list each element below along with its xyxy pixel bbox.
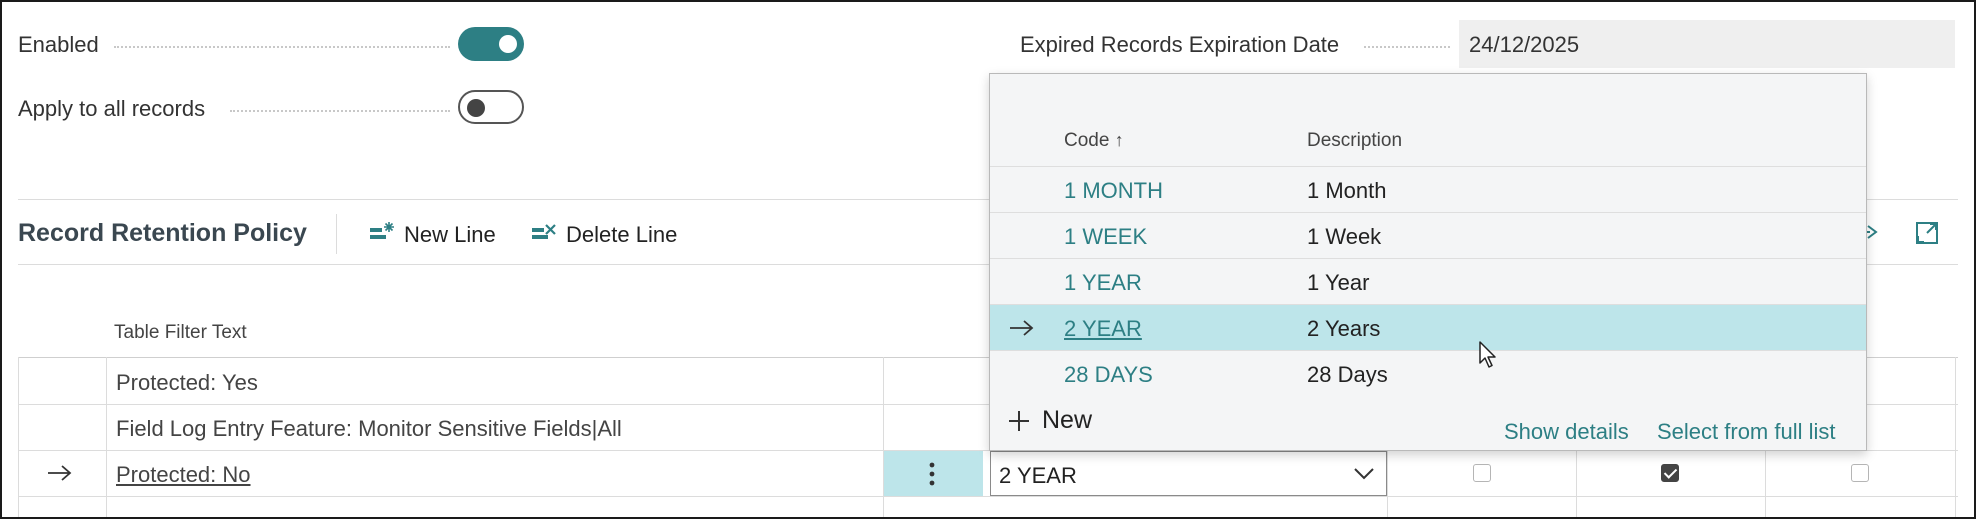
lookup-description: 1 Year — [1307, 270, 1370, 295]
row-checkbox-1[interactable] — [1473, 464, 1491, 482]
lookup-header-code-label: Code — [1064, 130, 1110, 151]
lookup-new-button[interactable]: New — [1008, 404, 1118, 438]
expiration-date-value: 24/12/2025 — [1469, 32, 1580, 57]
row-pointer-arrow-icon — [1010, 320, 1034, 336]
row-pointer-arrow-icon — [48, 465, 72, 481]
section-title: Record Retention Policy — [18, 219, 307, 247]
lookup-row[interactable]: 1 WEEK 1 Week — [990, 212, 1866, 258]
lookup-new-label: New — [1042, 406, 1093, 434]
enabled-dots — [114, 46, 450, 48]
filter-cell-link[interactable]: Protected: No — [116, 462, 251, 488]
table-row[interactable]: Protected: No — [107, 451, 883, 496]
period-select[interactable]: 2 YEAR — [990, 451, 1387, 496]
lookup-row-selected[interactable]: 2 YEAR 2 Years — [990, 304, 1866, 350]
lookup-row[interactable]: 1 MONTH 1 Month — [990, 166, 1866, 212]
col-line-6 — [1955, 357, 1956, 517]
enabled-toggle[interactable] — [458, 27, 524, 61]
delete-line-button[interactable]: Delete Line — [530, 216, 690, 252]
plus-icon — [1009, 411, 1029, 431]
col-line-0 — [18, 357, 19, 517]
show-details-link[interactable]: Show details — [1504, 419, 1629, 445]
new-line-label: New Line — [404, 222, 496, 247]
lookup-code[interactable]: 1 YEAR — [1064, 270, 1142, 296]
lookup-description: 1 Week — [1307, 224, 1382, 249]
expiration-date-field[interactable]: 24/12/2025 — [1459, 20, 1955, 68]
lookup-description: 2 Years — [1307, 316, 1381, 341]
delete-line-icon — [532, 224, 556, 239]
lookup-row[interactable]: 1 YEAR 1 Year — [990, 258, 1866, 304]
toolbar-divider — [336, 214, 337, 254]
sort-ascending-icon: ↑ — [1114, 130, 1124, 150]
lookup-code[interactable]: 28 DAYS — [1064, 362, 1153, 388]
row-line-3 — [18, 496, 1958, 497]
filter-cell: Field Log Entry Feature: Monitor Sensiti… — [116, 416, 622, 441]
new-line-icon — [370, 222, 394, 239]
select-full-list-link[interactable]: Select from full list — [1657, 419, 1836, 445]
lookup-dropdown: Code ↑ Description 1 MONTH 1 Month 1 WEE… — [989, 73, 1867, 451]
period-value: 2 YEAR — [999, 463, 1077, 488]
row-actions-button[interactable] — [884, 451, 983, 496]
enabled-label: Enabled — [18, 32, 99, 57]
lookup-code[interactable]: 2 YEAR — [1064, 316, 1142, 342]
page-frame: Enabled Apply to all records Expired Rec… — [0, 0, 1976, 519]
expand-icon[interactable] — [1914, 220, 1940, 246]
lookup-row[interactable]: 28 DAYS 28 Days — [990, 350, 1866, 396]
column-header-filter[interactable]: Table Filter Text — [114, 322, 247, 344]
chevron-down-icon — [1354, 468, 1374, 480]
mouse-cursor-icon — [1479, 341, 1496, 368]
lookup-description: 28 Days — [1307, 362, 1388, 387]
apply-all-label: Apply to all records — [18, 96, 206, 121]
new-line-button[interactable]: New Line — [368, 216, 508, 252]
more-options-icon — [929, 462, 935, 486]
lookup-header-code[interactable]: Code ↑ — [1064, 130, 1124, 152]
lookup-code[interactable]: 1 WEEK — [1064, 224, 1147, 250]
expiration-dots — [1364, 46, 1450, 48]
filter-cell: Protected: Yes — [116, 370, 258, 395]
apply-all-toggle[interactable] — [458, 90, 524, 124]
lookup-header-description[interactable]: Description — [1307, 130, 1402, 152]
apply-all-dots — [230, 110, 450, 112]
table-row[interactable]: Protected: Yes — [107, 358, 883, 404]
row-checkbox-2[interactable] — [1661, 464, 1679, 482]
table-row[interactable]: Field Log Entry Feature: Monitor Sensiti… — [107, 405, 883, 450]
lookup-code[interactable]: 1 MONTH — [1064, 178, 1163, 204]
lookup-description: 1 Month — [1307, 178, 1387, 203]
row-checkbox-3[interactable] — [1851, 464, 1869, 482]
expiration-label: Expired Records Expiration Date — [1020, 32, 1340, 57]
delete-line-label: Delete Line — [566, 222, 678, 247]
